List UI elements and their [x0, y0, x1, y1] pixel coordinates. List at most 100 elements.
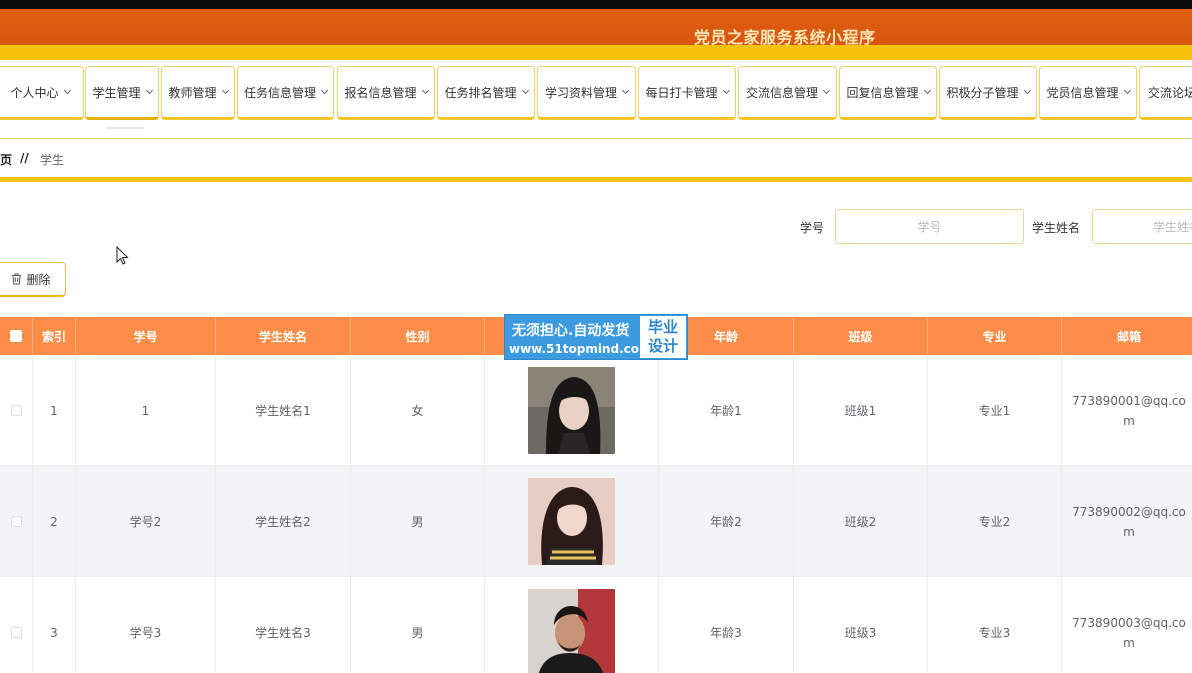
header-email: 邮箱 [1116, 329, 1141, 344]
chevron-down-icon [521, 86, 529, 95]
cell-age: 年龄3 [659, 577, 794, 673]
nav-item-label: 报名信息管理 [344, 85, 417, 100]
cell-gender: 男 [351, 577, 485, 673]
cell-avatar [485, 466, 659, 577]
nav-item-signup-info-management[interactable]: 报名信息管理 [337, 66, 435, 120]
cell-student-name: 学生姓名3 [216, 577, 351, 673]
chevron-down-icon [221, 86, 229, 95]
breadcrumb: 页 // 学生 [0, 138, 1192, 178]
row-checkbox-cell[interactable] [0, 466, 33, 577]
breadcrumb-separator: // [20, 151, 29, 165]
cell-age: 年龄2 [659, 466, 794, 577]
header-class: 班级 [794, 317, 928, 355]
nav-item-label: 回复信息管理 [846, 85, 919, 100]
header-stripe [0, 45, 1192, 60]
student-name-label: 学生姓名 [1032, 221, 1081, 235]
cell-email: 773890002@qq.com [1072, 504, 1186, 539]
cell-class: 班级2 [794, 466, 928, 577]
breadcrumb-stripe [0, 177, 1192, 182]
cell-avatar [485, 355, 659, 466]
nav-item-task-ranking-management[interactable]: 任务排名管理 [437, 66, 535, 120]
watermark-url: www.51topmind.com [509, 342, 652, 356]
cell-index: 3 [33, 577, 76, 673]
cell-student-id: 学号2 [76, 466, 216, 577]
top-nav: 个人中心 学生管理 教师管理 任务信息管理 报名信息管理 任务排名管理 学习资料… [0, 60, 1192, 130]
nav-item-activist-management[interactable]: 积极分子管理 [939, 66, 1037, 120]
row-checkbox-cell[interactable] [0, 355, 33, 466]
cell-major: 专业1 [928, 355, 1062, 466]
nav-item-teacher-management[interactable]: 教师管理 [161, 66, 235, 120]
watermark-text-block: 无须担心.自动发货 www.51topmind.com [505, 315, 652, 359]
cell-age: 年龄1 [659, 355, 794, 466]
mouse-cursor-icon [116, 246, 129, 265]
header-index: 索引 [33, 317, 76, 355]
nav-item-label: 党员信息管理 [1046, 85, 1119, 100]
table-row[interactable]: 2 学号2 学生姓名2 男 年龄2 班级2 专业2 773890002@qq.c… [0, 466, 1192, 577]
cell-student-id: 1 [76, 355, 216, 466]
delete-button[interactable]: 删除 [0, 262, 66, 297]
cell-email: 773890001@qq.com [1072, 393, 1186, 428]
delete-button-label: 删除 [26, 272, 51, 287]
student-avatar-image[interactable] [528, 589, 615, 673]
chevron-down-icon [421, 86, 429, 95]
cell-class: 班级1 [794, 355, 928, 466]
trash-icon [12, 273, 22, 285]
nav-active-indicator [106, 127, 144, 129]
select-all-checkbox[interactable] [10, 330, 22, 342]
chevron-down-icon [1023, 86, 1031, 95]
row-checkbox[interactable] [10, 405, 22, 416]
header-student-name: 学生姓名 [216, 317, 351, 355]
watermark-banner: 无须担心.自动发货 www.51topmind.com 毕业 设计 [504, 314, 688, 360]
nav-item-daily-checkin-management[interactable]: 每日打卡管理 [638, 66, 736, 120]
nav-item-label: 交流论坛 [1148, 85, 1192, 100]
nav-item-label: 学生管理 [92, 85, 141, 100]
nav-item-task-info-management[interactable]: 任务信息管理 [237, 66, 334, 120]
table-row[interactable]: 3 学号3 学生姓名3 男 年龄3 班级3 专业3 773890003@qq.c… [0, 577, 1192, 673]
student-avatar-image[interactable] [528, 367, 615, 454]
breadcrumb-home[interactable]: 页 [0, 151, 12, 168]
nav-item-label: 积极分子管理 [946, 85, 1019, 100]
nav-item-reply-info-management[interactable]: 回复信息管理 [839, 66, 937, 120]
nav-item-label: 交流信息管理 [745, 85, 818, 100]
cell-avatar [485, 577, 659, 673]
row-checkbox[interactable] [10, 516, 22, 527]
nav-item-label: 任务信息管理 [243, 85, 316, 100]
nav-item-forum[interactable]: 交流论坛 [1139, 66, 1192, 120]
chevron-down-icon [621, 86, 630, 95]
header-select-all[interactable] [0, 317, 33, 355]
table-row[interactable]: 1 1 学生姓名1 女 年龄1 班级1 专业1 773890001@qq.com [0, 355, 1192, 466]
cell-class: 班级3 [794, 577, 928, 673]
watermark-slogan: 无须担心.自动发货 [512, 323, 630, 339]
student-avatar-image[interactable] [528, 478, 615, 565]
cell-major: 专业3 [928, 577, 1062, 673]
nav-item-personal-center[interactable]: 个人中心 [0, 66, 84, 120]
student-id-input[interactable] [835, 209, 1024, 244]
watermark-badge-line1: 毕业 [647, 318, 678, 336]
chevron-down-icon [822, 86, 831, 95]
nav-item-label: 学习资料管理 [544, 85, 617, 100]
header-major: 专业 [928, 317, 1062, 355]
cell-student-name: 学生姓名1 [216, 355, 351, 466]
row-checkbox[interactable] [10, 627, 22, 638]
app-root: 党员之家服务系统小程序 个人中心 学生管理 教师管理 任务信息管理 报名信息管理… [0, 0, 1192, 673]
cell-email: 773890003@qq.com [1072, 615, 1186, 650]
chevron-down-icon [923, 86, 931, 95]
student-name-input[interactable] [1092, 209, 1192, 244]
cell-gender: 男 [351, 466, 485, 577]
nav-item-label: 个人中心 [10, 85, 59, 100]
nav-item-student-management[interactable]: 学生管理 [85, 66, 159, 120]
watermark-badge-line2: 设计 [647, 337, 678, 355]
nav-item-exchange-info-management[interactable]: 交流信息管理 [738, 66, 837, 120]
chevron-down-icon [145, 86, 153, 95]
chevron-down-icon [1123, 86, 1131, 95]
student-id-label: 学号 [800, 221, 825, 235]
header-gender: 性别 [351, 317, 485, 355]
nav-item-party-member-management[interactable]: 党员信息管理 [1039, 66, 1137, 120]
nav-item-study-material-management[interactable]: 学习资料管理 [537, 66, 636, 120]
row-checkbox-cell[interactable] [0, 577, 33, 673]
cell-major: 专业2 [928, 466, 1062, 577]
cell-gender: 女 [351, 355, 485, 466]
watermark-badge: 毕业 设计 [640, 316, 686, 358]
app-header: 党员之家服务系统小程序 [0, 9, 1192, 47]
nav-item-label: 任务排名管理 [444, 85, 517, 100]
